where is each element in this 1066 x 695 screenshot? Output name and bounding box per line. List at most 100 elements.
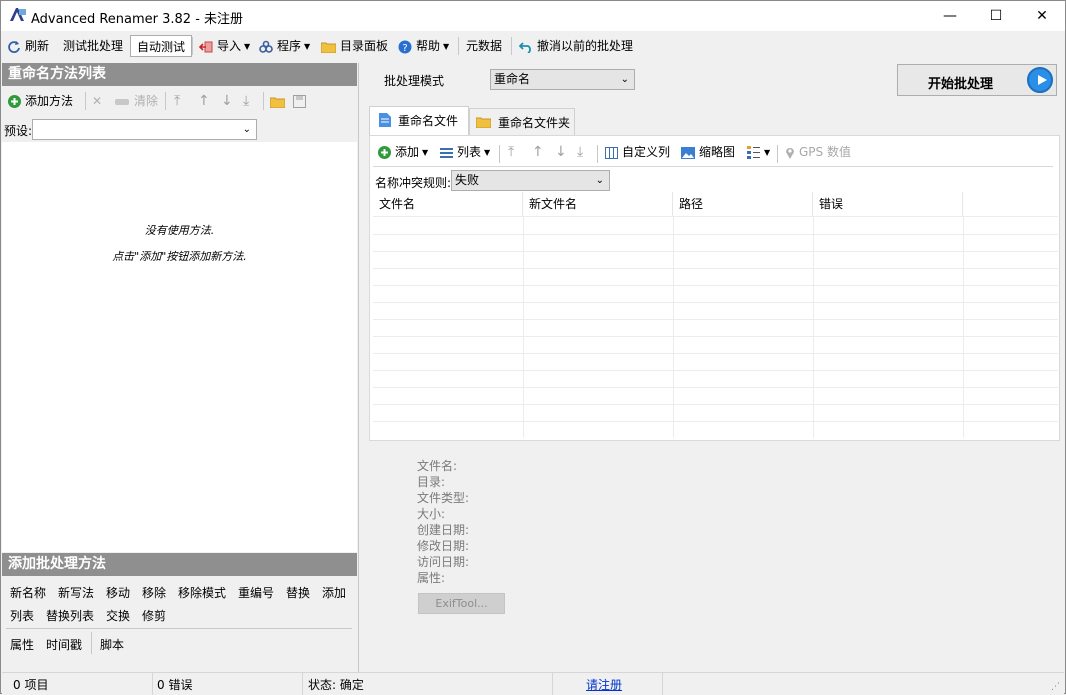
move-bottom-button[interactable]: ⤓ — [243, 90, 249, 112]
eraser-icon — [115, 98, 129, 105]
undo-batch-label: 撤消以前的批处理 — [537, 39, 634, 53]
undo-icon — [519, 41, 531, 53]
thumbnails-button[interactable]: 缩略图 — [681, 141, 735, 163]
maximize-button[interactable]: ☐ — [973, 1, 1019, 31]
refresh-label: 刷新 — [25, 39, 50, 53]
help-menu[interactable]: ? 帮助 ▼ — [398, 35, 449, 57]
open-preset-button[interactable] — [270, 90, 289, 112]
move-up-button[interactable]: ↑ — [198, 90, 210, 112]
save-preset-button[interactable] — [293, 90, 310, 112]
grid-col-line — [963, 216, 964, 438]
start-batch-button[interactable]: 开始批处理 — [897, 64, 1057, 96]
move-down-button[interactable]: ↓ — [221, 90, 233, 112]
column-header-filename[interactable]: 文件名 — [373, 192, 523, 216]
method-timestamp[interactable]: 时间戳 — [46, 636, 82, 653]
method-attributes[interactable]: 属性 — [10, 636, 34, 653]
add-files-menu[interactable]: 添加 ▼ — [378, 141, 428, 163]
app-logo-icon — [10, 8, 26, 21]
clear-label: 清除 — [134, 94, 159, 108]
conflict-rule-value: 失败 — [455, 173, 480, 187]
undo-batch-button[interactable]: 撤消以前的批处理 — [519, 35, 633, 57]
move-up-button[interactable]: ↑ — [532, 141, 544, 163]
info-directory-label: 目录: — [417, 475, 446, 489]
method-list-replace[interactable]: 替换列表 — [46, 607, 94, 624]
chevron-down-icon: ⌄ — [620, 74, 629, 85]
method-new-name[interactable]: 新名称 — [10, 584, 46, 601]
refresh-button[interactable]: 刷新 — [7, 35, 49, 57]
add-method-button[interactable]: 添加方法 — [8, 90, 73, 112]
resize-grip-icon[interactable]: ⋰ — [1051, 682, 1060, 692]
info-size-label: 大小: — [417, 507, 446, 521]
column-header-error[interactable]: 错误 — [813, 192, 963, 216]
column-header-path[interactable]: 路径 — [673, 192, 813, 216]
status-items: 0 项目 — [13, 678, 49, 692]
move-bottom-button[interactable]: ⤓ — [577, 141, 583, 163]
auto-test-toggle[interactable]: 自动测试 — [130, 35, 193, 57]
grid-col-line — [673, 216, 674, 438]
test-batch-button[interactable]: 测试批处理 — [63, 35, 123, 57]
toolbar-divider — [85, 92, 86, 110]
method-script[interactable]: 脚本 — [100, 636, 124, 653]
grid-row-line — [373, 387, 1058, 388]
toolbar-divider — [777, 145, 778, 163]
arrow-top-icon: ⤒ — [508, 144, 515, 160]
columns-icon — [605, 146, 618, 159]
help-label: 帮助 — [416, 39, 441, 53]
file-icon — [379, 113, 391, 127]
toolbar-divider — [597, 145, 598, 163]
toolbar-divider — [511, 37, 512, 55]
move-top-button[interactable]: ⤒ — [174, 90, 180, 112]
methods-list[interactable]: 没有使用方法. 点击"添加"按钮添加新方法. — [2, 142, 357, 552]
splitter[interactable] — [358, 63, 359, 672]
method-replace[interactable]: 替换 — [286, 584, 310, 601]
close-button[interactable]: ✕ — [1019, 1, 1065, 31]
minimize-button[interactable]: — — [927, 1, 973, 31]
view-options-menu[interactable]: ▼ — [747, 141, 770, 163]
methods-divider — [91, 632, 92, 654]
register-link[interactable]: 请注册 — [586, 676, 622, 693]
move-down-button[interactable]: ↓ — [555, 141, 567, 163]
remove-method-button[interactable]: ✕ — [92, 90, 102, 112]
grid-row-line — [373, 251, 1058, 252]
metadata-button[interactable]: 元数据 — [466, 35, 502, 57]
grid-row-line — [373, 234, 1058, 235]
info-modified-label: 修改日期: — [417, 539, 470, 553]
method-add[interactable]: 添加 — [322, 584, 346, 601]
add-icon — [8, 95, 21, 108]
title-bar: Advanced Renamer 3.82 - 未注册 — ☐ ✕ — [1, 1, 1065, 31]
method-new-case[interactable]: 新写法 — [58, 584, 94, 601]
toolbar-divider — [458, 37, 459, 55]
list-menu[interactable]: 列表 ▼ — [440, 141, 490, 163]
clear-button[interactable]: 清除 — [114, 90, 158, 112]
gps-button[interactable]: GPS 数值 — [785, 141, 851, 163]
toolbar-divider — [499, 145, 500, 163]
column-header-new-filename[interactable]: 新文件名 — [523, 192, 673, 216]
dir-panel-button[interactable]: 目录面板 — [321, 35, 388, 57]
grid-row-line — [373, 285, 1058, 286]
method-renumber[interactable]: 重编号 — [238, 584, 274, 601]
preset-select[interactable]: ⌄ — [32, 119, 257, 140]
grid-row-line — [373, 353, 1058, 354]
method-remove[interactable]: 移除 — [142, 584, 166, 601]
custom-columns-button[interactable]: 自定义列 — [605, 141, 670, 163]
exiftool-button[interactable]: ExifTool... — [418, 593, 505, 614]
import-menu[interactable]: 导入 ▼ — [199, 35, 250, 57]
tab-rename-files[interactable]: 重命名文件 — [369, 106, 469, 137]
method-list[interactable]: 列表 — [10, 607, 34, 624]
method-trim[interactable]: 修剪 — [142, 607, 166, 624]
grid-row-line — [373, 421, 1058, 422]
conflict-rule-select[interactable]: 失败 ⌄ — [451, 170, 610, 191]
method-move[interactable]: 移动 — [106, 584, 130, 601]
chevron-down-icon: ▼ — [484, 147, 491, 157]
close-icon: ✕ — [92, 94, 103, 108]
status-divider — [302, 673, 303, 695]
method-remove-pattern[interactable]: 移除模式 — [178, 584, 226, 601]
save-icon — [293, 95, 306, 108]
method-swap[interactable]: 交换 — [106, 607, 130, 624]
file-grid[interactable] — [373, 216, 1058, 438]
tab-rename-folders[interactable]: 重命名文件夹 — [469, 108, 575, 136]
batch-mode-select[interactable]: 重命名 ⌄ — [490, 69, 635, 90]
move-top-button[interactable]: ⤒ — [508, 141, 514, 163]
arrow-bottom-icon: ⤓ — [577, 144, 584, 160]
programs-menu[interactable]: 程序 ▼ — [259, 35, 310, 57]
